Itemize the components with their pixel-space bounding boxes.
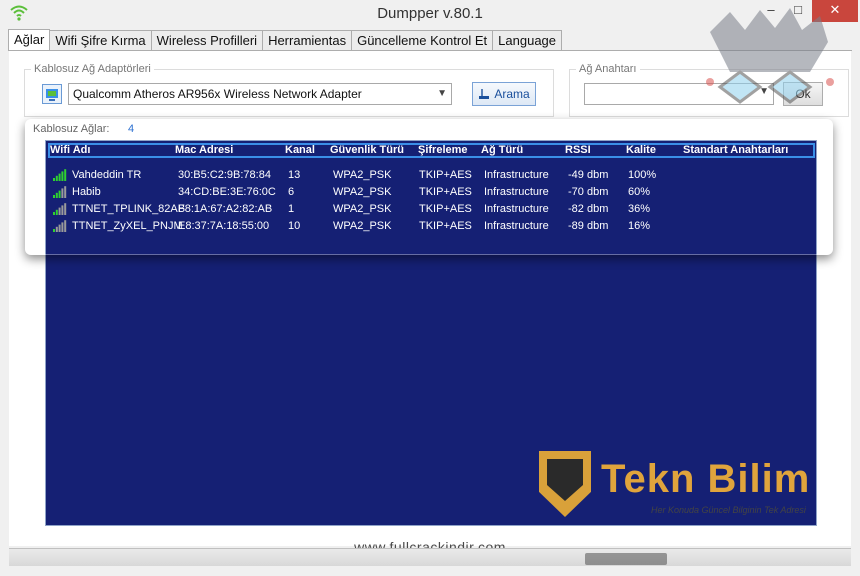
- network-key-group-title: Ağ Anahtarı: [576, 63, 640, 75]
- cell-network-type: Infrastructure: [484, 186, 549, 198]
- signal-bar: [61, 205, 64, 215]
- signal-bar: [53, 195, 55, 198]
- column-header[interactable]: Ağ Türü: [481, 144, 523, 156]
- signal-bar: [53, 212, 55, 215]
- network-scan-icon: [479, 89, 489, 99]
- adapters-group-title: Kablosuz Ağ Adaptörleri: [31, 63, 154, 75]
- signal-bar: [64, 203, 67, 215]
- tab-wifi-sifre-kirma[interactable]: Wifi Şifre Kırma: [49, 30, 152, 51]
- table-row[interactable]: Vahdeddin TR 30:B5:C2:9B:78:84 13 WPA2_P…: [49, 167, 809, 184]
- signal-bar: [55, 209, 58, 215]
- cell-encryption: TKIP+AES: [419, 186, 472, 198]
- cell-encryption: TKIP+AES: [419, 169, 472, 181]
- networks-count: 4: [128, 123, 135, 135]
- table-row[interactable]: TTNET_TPLINK_82AB F8:1A:67:A2:82:AB 1 WP…: [49, 201, 809, 218]
- cell-wifi-name: TTNET_ZyXEL_PNJM: [72, 220, 183, 232]
- cell-security: WPA2_PSK: [333, 169, 392, 181]
- status-indicator: [585, 553, 667, 565]
- cell-quality: 36%: [628, 203, 651, 215]
- table-row[interactable]: Habib 34:CD:BE:3E:76:0C 6 WPA2_PSK TKIP+…: [49, 184, 809, 201]
- signal-bar: [55, 192, 58, 198]
- logo-tagline: Her Konuda Güncel Bilginin Tek Adresi: [651, 505, 806, 515]
- tab-guncelleme-kontrol[interactable]: Güncelleme Kontrol Et: [351, 30, 494, 51]
- signal-bar: [58, 173, 61, 181]
- column-header[interactable]: RSSI: [565, 144, 591, 156]
- network-list-header: Wifi Adı Mac Adresi Kanal Güvenlik Türü …: [48, 143, 815, 158]
- cell-encryption: TKIP+AES: [419, 220, 472, 232]
- search-button[interactable]: Arama: [472, 82, 536, 106]
- cell-wifi-name: Habib: [72, 186, 101, 198]
- cell-channel: 13: [288, 169, 301, 181]
- tab-language[interactable]: Language: [492, 30, 563, 51]
- signal-bar: [61, 171, 64, 181]
- search-button-label: Arama: [494, 87, 530, 101]
- cell-encryption: TKIP+AES: [419, 203, 472, 215]
- cell-rssi: -89 dbm: [568, 220, 609, 232]
- column-header[interactable]: Şifreleme: [418, 144, 468, 156]
- tekno-bilim-logo: Tekn Bilim Her Konuda Güncel Bilginin Te…: [529, 451, 829, 531]
- tab-strip: Ağlar Wifi Şifre Kırma Wireless Profille…: [8, 29, 563, 51]
- tab-herramientas[interactable]: Herramientas: [262, 30, 353, 51]
- signal-bar: [61, 188, 64, 198]
- cell-channel: 6: [288, 186, 295, 198]
- cell-mac: 30:B5:C2:9B:78:84: [178, 169, 271, 181]
- column-header[interactable]: Mac Adresi: [175, 144, 233, 156]
- main-panel: Kablosuz Ağ Adaptörleri Qualcomm Atheros…: [9, 51, 851, 546]
- signal-bar: [55, 175, 58, 181]
- mascot-watermark-icon: [706, 8, 834, 104]
- cell-quality: 16%: [628, 220, 651, 232]
- cell-security: WPA2_PSK: [333, 220, 392, 232]
- signal-bar: [58, 190, 61, 198]
- networks-label: Kablosuz Ağlar:: [33, 123, 110, 135]
- status-bar: [9, 548, 851, 566]
- signal-bar: [58, 207, 61, 215]
- cell-channel: 10: [288, 220, 301, 232]
- download-shield-icon: [539, 451, 591, 517]
- cell-quality: 100%: [628, 169, 657, 181]
- logo-brand: Tekn Bilim: [601, 457, 811, 501]
- column-header[interactable]: Kanal: [285, 144, 315, 156]
- tab-wireless-profilleri[interactable]: Wireless Profilleri: [150, 30, 264, 51]
- table-row[interactable]: TTNET_ZyXEL_PNJM E8:37:7A:18:55:00 10 WP…: [49, 218, 809, 235]
- cell-network-type: Infrastructure: [484, 220, 549, 232]
- column-header[interactable]: Wifi Adı: [50, 144, 90, 156]
- cell-quality: 60%: [628, 186, 651, 198]
- cell-wifi-name: Vahdeddin TR: [72, 169, 142, 181]
- column-header[interactable]: Kalite: [626, 144, 656, 156]
- adapter-select-value: Qualcomm Atheros AR956x Wireless Network…: [73, 87, 362, 101]
- signal-bar: [64, 186, 67, 198]
- cell-network-type: Infrastructure: [484, 203, 549, 215]
- cell-mac: E8:37:7A:18:55:00: [178, 220, 270, 232]
- column-header[interactable]: Güvenlik Türü: [330, 144, 404, 156]
- signal-strength-icon: [53, 220, 67, 232]
- adapter-refresh-icon[interactable]: [42, 84, 62, 104]
- signal-bar: [64, 169, 67, 181]
- signal-strength-icon: [53, 169, 67, 181]
- cell-channel: 1: [288, 203, 295, 215]
- signal-bar: [53, 178, 55, 181]
- signal-bar: [58, 224, 61, 232]
- signal-strength-icon: [53, 203, 67, 215]
- cell-network-type: Infrastructure: [484, 169, 549, 181]
- cell-security: WPA2_PSK: [333, 203, 392, 215]
- signal-strength-icon: [53, 186, 67, 198]
- cell-rssi: -49 dbm: [568, 169, 609, 181]
- cell-mac: F8:1A:67:A2:82:AB: [178, 203, 273, 215]
- cell-wifi-name: TTNET_TPLINK_82AB: [72, 203, 186, 215]
- column-header[interactable]: Standart Anahtarları: [683, 144, 788, 156]
- signal-bar: [55, 226, 58, 232]
- signal-bar: [61, 222, 64, 232]
- chevron-down-icon: ▼: [437, 88, 447, 99]
- cell-rssi: -70 dbm: [568, 186, 609, 198]
- signal-bar: [64, 220, 67, 232]
- cell-mac: 34:CD:BE:3E:76:0C: [178, 186, 276, 198]
- cell-rssi: -82 dbm: [568, 203, 609, 215]
- signal-bar: [53, 229, 55, 232]
- adapter-select[interactable]: Qualcomm Atheros AR956x Wireless Network…: [68, 83, 452, 105]
- cell-security: WPA2_PSK: [333, 186, 392, 198]
- tab-aglar[interactable]: Ağlar: [8, 29, 51, 51]
